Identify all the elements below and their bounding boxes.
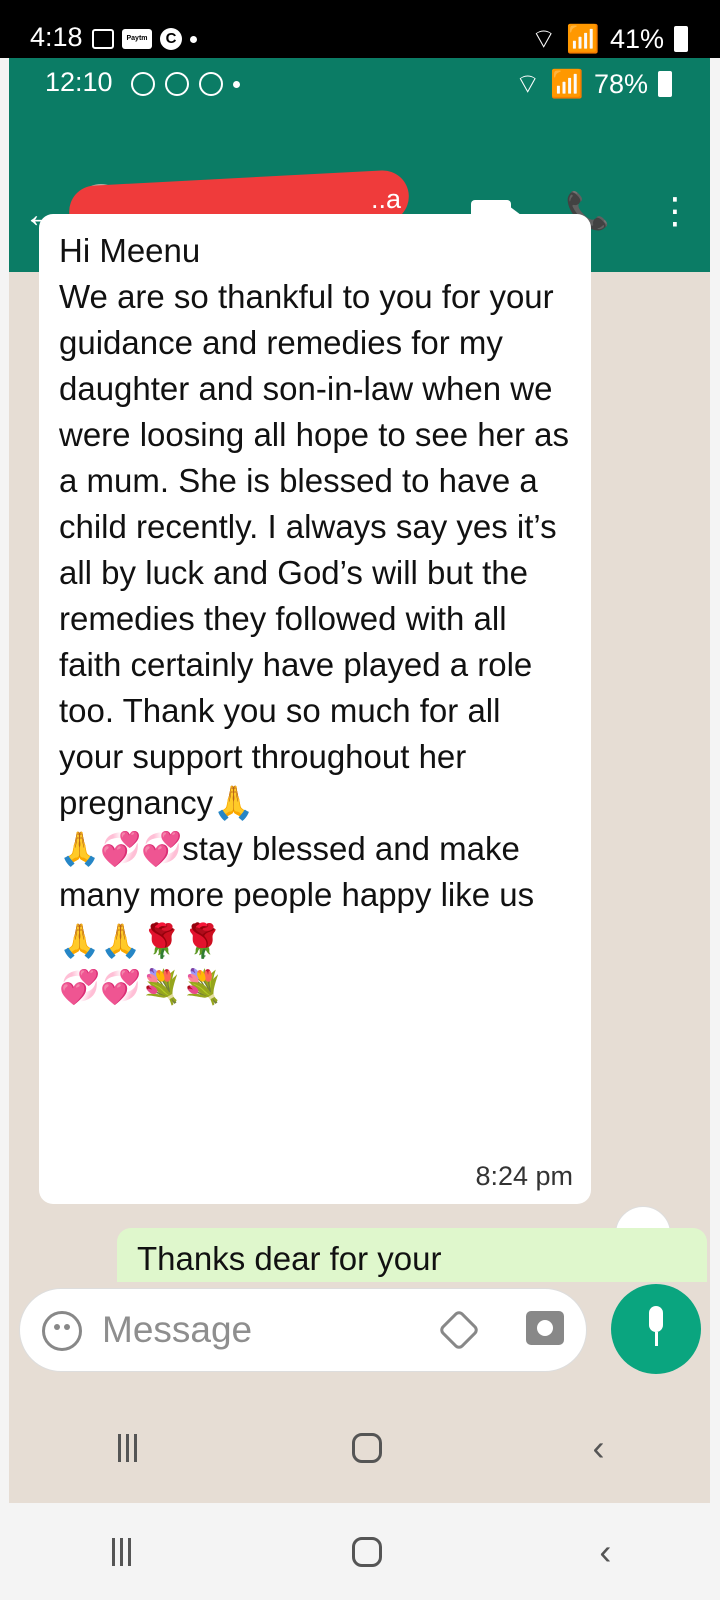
wifi-icon: ⌔ xyxy=(514,69,541,99)
back-icon[interactable]: ‹ xyxy=(599,1531,611,1573)
battery-icon xyxy=(658,71,672,97)
notification-icons: Paytm C xyxy=(92,28,197,50)
inner-status-bar: 12:10 ⌔ 📶 78% xyxy=(9,58,710,114)
emoji-icon[interactable] xyxy=(42,1311,82,1351)
messenger-icon xyxy=(165,72,189,96)
recent-apps-icon[interactable] xyxy=(109,1537,135,1566)
signal-icon: 📶 xyxy=(566,24,600,54)
wifi-icon: ⌔ xyxy=(530,24,557,54)
message-text: Hi Meenu We are so thankful to you for y… xyxy=(59,232,569,1005)
battery-percent: 41% xyxy=(609,23,664,54)
camera-icon[interactable] xyxy=(526,1311,564,1345)
outgoing-message: Thanks dear for your xyxy=(117,1228,707,1282)
inner-notification-icons xyxy=(131,72,240,96)
more-dot-icon xyxy=(233,80,240,88)
voice-message-button[interactable] xyxy=(611,1284,701,1374)
inner-navigation-bar: ‹ xyxy=(9,1398,710,1498)
inner-status-time: 12:10 xyxy=(45,67,113,97)
device-navigation-bar: ‹ xyxy=(0,1503,720,1600)
microphone-stand-icon xyxy=(655,1332,658,1346)
paytm-notification-icon: Paytm xyxy=(122,29,152,49)
back-icon[interactable]: ‹ xyxy=(593,1427,605,1469)
incoming-message: Hi Meenu We are so thankful to you for y… xyxy=(39,214,591,1204)
signal-icon: 📶 xyxy=(550,69,584,99)
image-notification-icon xyxy=(92,29,114,49)
app-icon xyxy=(199,72,223,96)
battery-icon xyxy=(674,26,688,52)
message-placeholder: Message xyxy=(102,1309,253,1350)
status-time: 4:18 xyxy=(30,22,83,52)
whatsapp-screenshot: 12:10 ⌔ 📶 78% ← ..a online 📞 ⋮ Hi Meenu … xyxy=(9,58,710,1503)
c-notification-icon: C xyxy=(160,28,182,50)
home-icon[interactable] xyxy=(351,1433,382,1463)
attach-icon[interactable] xyxy=(437,1308,481,1352)
message-time: 8:24 pm xyxy=(475,1161,573,1191)
microphone-icon xyxy=(649,1306,663,1332)
more-options-icon[interactable]: ⋮ xyxy=(657,190,693,232)
more-notifications-icon xyxy=(190,35,197,43)
recent-apps-icon[interactable] xyxy=(115,1434,141,1462)
whatsapp-icon xyxy=(131,72,155,96)
inner-battery-percent: 78% xyxy=(593,68,648,99)
inner-status-right: ⌔ 📶 78% xyxy=(515,67,672,101)
message-composer[interactable]: Message xyxy=(19,1288,587,1372)
home-icon[interactable] xyxy=(351,1536,382,1567)
status-right: ⌔ 📶 41% xyxy=(531,22,688,56)
contact-name[interactable]: ..a xyxy=(371,184,401,215)
device-status-bar: 4:18 Paytm C ⌔ 📶 41% xyxy=(0,0,720,58)
